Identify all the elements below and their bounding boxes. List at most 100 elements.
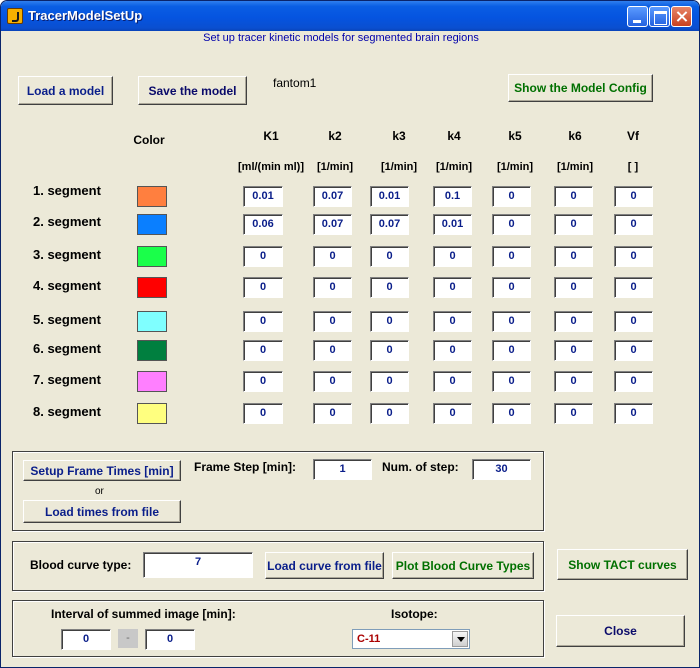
load-curve-button[interactable]: Load curve from file	[265, 552, 384, 579]
param-input-k4[interactable]: 0	[433, 340, 472, 361]
param-input-vf[interactable]: 0	[614, 214, 653, 235]
window-close-button[interactable]	[671, 6, 692, 27]
isotope-select[interactable]: C-11	[352, 629, 470, 649]
maximize-button[interactable]	[649, 6, 670, 27]
param-input-k4[interactable]: 0	[433, 246, 472, 267]
param-input-k1[interactable]: 0	[243, 403, 283, 424]
load-times-button[interactable]: Load times from file	[23, 500, 181, 523]
segment-label: 8. segment	[33, 404, 101, 419]
param-input-vf[interactable]: 0	[614, 371, 653, 392]
setup-frame-times-button[interactable]: Setup Frame Times [min]	[23, 460, 181, 481]
param-input-k1[interactable]: 0	[243, 311, 283, 332]
param-input-k5[interactable]: 0	[492, 311, 531, 332]
param-input-k3[interactable]: 0	[370, 311, 409, 332]
param-input-k5[interactable]: 0	[492, 371, 531, 392]
frame-step-input[interactable]: 1	[313, 459, 372, 480]
isotope-label: Isotope:	[391, 607, 438, 621]
param-input-k3[interactable]: 0.07	[370, 214, 409, 235]
param-input-vf[interactable]: 0	[614, 246, 653, 267]
title-bar[interactable]: TracerModelSetUp	[1, 1, 699, 31]
param-input-k6[interactable]: 0	[554, 403, 593, 424]
param-input-k3[interactable]: 0	[370, 246, 409, 267]
param-input-k2[interactable]: 0	[313, 403, 352, 424]
param-input-k3[interactable]: 0	[370, 277, 409, 298]
segment-label: 5. segment	[33, 312, 101, 327]
segment-color-swatch[interactable]	[137, 311, 167, 332]
segment-label: 6. segment	[33, 341, 101, 356]
segment-color-swatch[interactable]	[137, 403, 167, 424]
param-input-k5[interactable]: 0	[492, 340, 531, 361]
param-input-k1[interactable]: 0.06	[243, 214, 283, 235]
param-input-k2[interactable]: 0	[313, 340, 352, 361]
param-input-vf[interactable]: 0	[614, 277, 653, 298]
param-input-k3[interactable]: 0	[370, 371, 409, 392]
dialog-subtitle: Set up tracer kinetic models for segment…	[203, 32, 479, 44]
param-input-k6[interactable]: 0	[554, 311, 593, 332]
or-label: or	[95, 486, 104, 497]
param-input-k1[interactable]: 0	[243, 340, 283, 361]
minimize-button[interactable]	[627, 6, 648, 27]
param-input-k4[interactable]: 0	[433, 311, 472, 332]
param-input-k5[interactable]: 0	[492, 186, 531, 207]
param-input-vf[interactable]: 0	[614, 311, 653, 332]
interval-separator: -	[118, 629, 138, 648]
param-input-vf[interactable]: 0	[614, 186, 653, 207]
param-input-k6[interactable]: 0	[554, 371, 593, 392]
save-model-button[interactable]: Save the model	[138, 76, 247, 105]
param-input-k2[interactable]: 0	[313, 311, 352, 332]
plot-blood-curve-types-button[interactable]: Plot Blood Curve Types	[392, 552, 534, 579]
frame-step-label: Frame Step [min]:	[194, 460, 297, 474]
column-unit-6: [ ]	[627, 161, 639, 173]
blood-curve-type-input[interactable]: 7	[143, 552, 253, 578]
param-input-k5[interactable]: 0	[492, 214, 531, 235]
param-input-vf[interactable]: 0	[614, 403, 653, 424]
param-input-k1[interactable]: 0	[243, 246, 283, 267]
param-input-k4[interactable]: 0	[433, 371, 472, 392]
param-input-k1[interactable]: 0.01	[243, 186, 283, 207]
param-input-k6[interactable]: 0	[554, 186, 593, 207]
param-input-k4[interactable]: 0.01	[433, 214, 472, 235]
column-header-3: k4	[447, 129, 461, 143]
param-input-k4[interactable]: 0.1	[433, 186, 472, 207]
param-input-k6[interactable]: 0	[554, 246, 593, 267]
param-input-k2[interactable]: 0	[313, 277, 352, 298]
segment-color-swatch[interactable]	[137, 246, 167, 267]
color-column-header: Color	[133, 133, 165, 147]
segment-color-swatch[interactable]	[137, 214, 167, 235]
num-steps-input[interactable]: 30	[472, 459, 531, 480]
show-model-config-button[interactable]: Show the Model Config	[508, 74, 653, 102]
segment-label: 2. segment	[33, 214, 101, 229]
load-model-button[interactable]: Load a model	[18, 76, 113, 105]
param-input-k2[interactable]: 0	[313, 371, 352, 392]
interval-to-input[interactable]: 0	[145, 629, 195, 650]
param-input-k5[interactable]: 0	[492, 277, 531, 298]
param-input-k5[interactable]: 0	[492, 403, 531, 424]
segment-label: 4. segment	[33, 278, 101, 293]
show-tact-curves-button[interactable]: Show TACT curves	[557, 549, 688, 580]
param-input-k5[interactable]: 0	[492, 246, 531, 267]
segment-color-swatch[interactable]	[137, 186, 167, 207]
param-input-k2[interactable]: 0	[313, 246, 352, 267]
interval-from-input[interactable]: 0	[61, 629, 111, 650]
param-input-k6[interactable]: 0	[554, 340, 593, 361]
close-button[interactable]: Close	[556, 615, 685, 647]
param-input-k4[interactable]: 0	[433, 277, 472, 298]
interval-label: Interval of summed image [min]:	[51, 607, 236, 621]
param-input-k3[interactable]: 0	[370, 403, 409, 424]
column-header-1: k2	[328, 129, 342, 143]
param-input-k2[interactable]: 0.07	[313, 186, 352, 207]
segment-color-swatch[interactable]	[137, 371, 167, 392]
chevron-down-icon[interactable]	[452, 631, 468, 647]
param-input-k6[interactable]: 0	[554, 277, 593, 298]
param-input-k1[interactable]: 0	[243, 277, 283, 298]
matlab-app-icon	[7, 8, 23, 24]
param-input-k2[interactable]: 0.07	[313, 214, 352, 235]
param-input-k3[interactable]: 0	[370, 340, 409, 361]
param-input-k6[interactable]: 0	[554, 214, 593, 235]
param-input-vf[interactable]: 0	[614, 340, 653, 361]
param-input-k3[interactable]: 0.01	[370, 186, 409, 207]
param-input-k1[interactable]: 0	[243, 371, 283, 392]
param-input-k4[interactable]: 0	[433, 403, 472, 424]
segment-color-swatch[interactable]	[137, 277, 167, 298]
segment-color-swatch[interactable]	[137, 340, 167, 361]
